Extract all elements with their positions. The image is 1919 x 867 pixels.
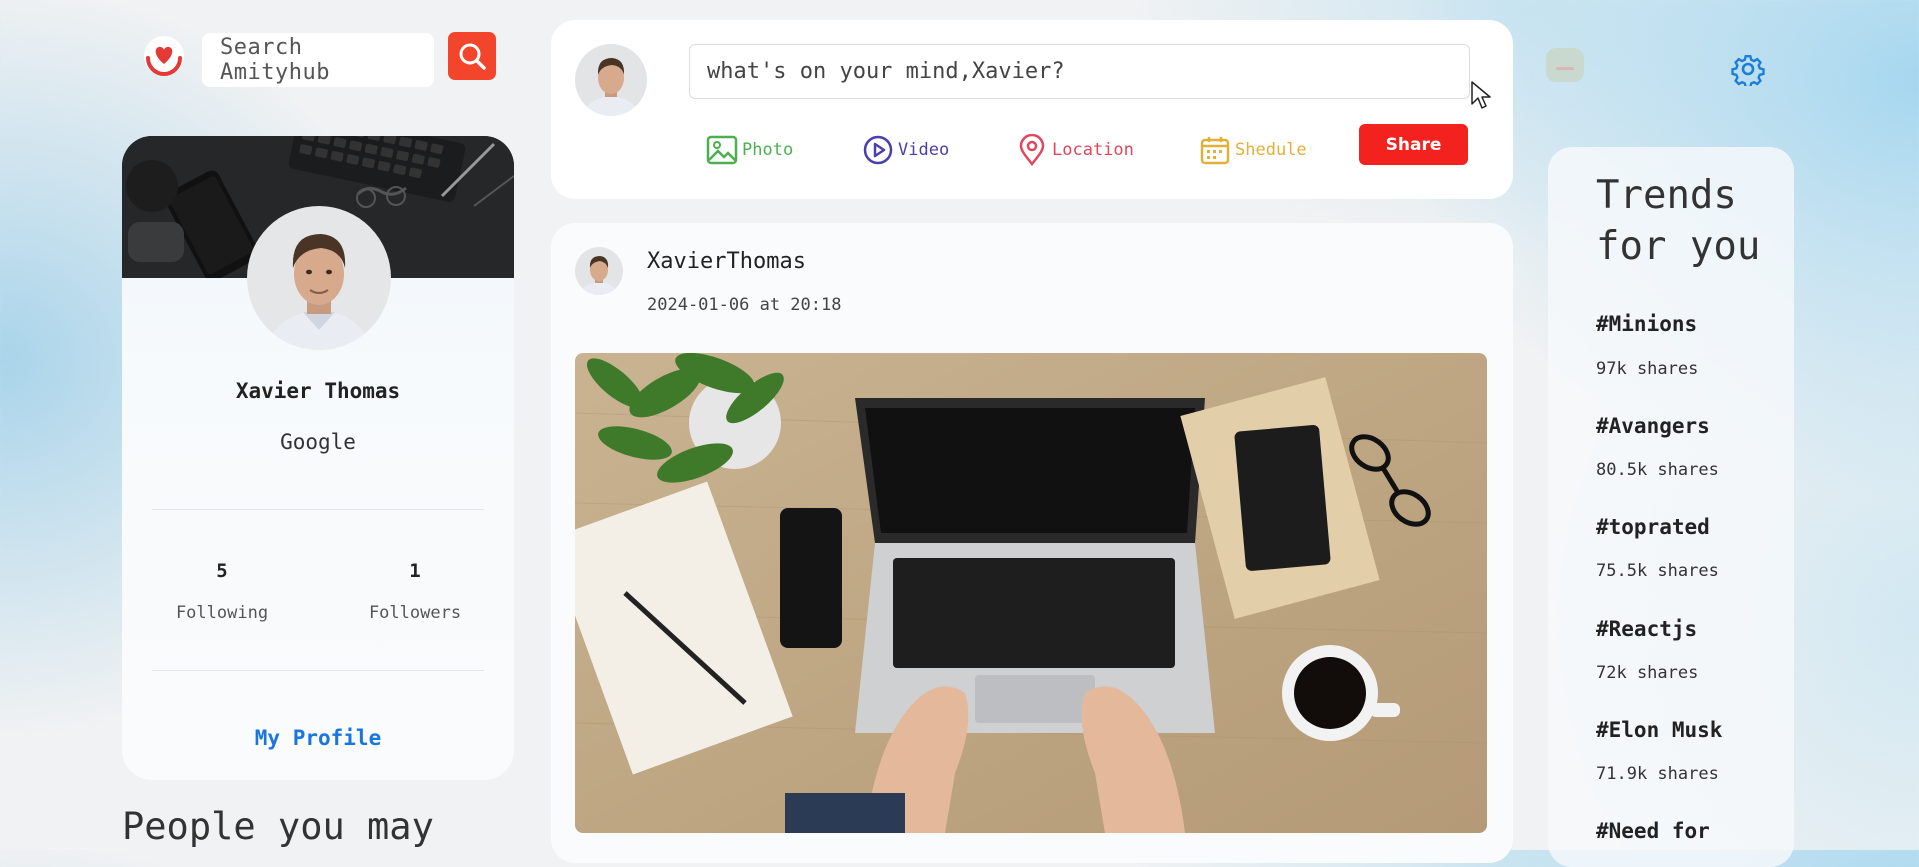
followers-label[interactable]: Followers: [335, 603, 495, 623]
photo-icon: [706, 135, 738, 165]
trend-shares: 80.5k shares: [1596, 460, 1719, 480]
location-icon: [1019, 134, 1045, 166]
trend-tag[interactable]: #Minions: [1596, 312, 1697, 336]
post-input-placeholder: what's on your mind,Xavier?: [707, 59, 1065, 84]
post-image[interactable]: [575, 353, 1487, 833]
followers-count: 1: [409, 560, 421, 582]
profile-avatar[interactable]: [247, 206, 391, 350]
profile-company: Google: [280, 430, 356, 454]
location-label: Location: [1052, 140, 1134, 160]
trends-title: Trends for you: [1596, 173, 1761, 269]
video-option[interactable]: Video: [862, 132, 949, 168]
trend-tag[interactable]: #toprated: [1596, 515, 1710, 539]
amityhub-logo[interactable]: [142, 34, 186, 78]
search-button[interactable]: [448, 32, 496, 80]
my-profile-link[interactable]: My Profile: [122, 726, 514, 750]
post-author-name[interactable]: XavierThomas: [647, 249, 806, 274]
video-label: Video: [898, 140, 950, 160]
trend-shares: 71.9k shares: [1596, 764, 1719, 784]
trend-shares: 75.5k shares: [1596, 561, 1719, 581]
video-icon: [863, 135, 893, 165]
trend-shares: 72k shares: [1596, 663, 1699, 683]
search-input[interactable]: Search Amityhub: [202, 33, 434, 87]
profile-name: Xavier Thomas: [235, 379, 401, 403]
composer-avatar[interactable]: [575, 44, 647, 116]
search-placeholder: Search Amityhub: [220, 35, 330, 85]
post-input[interactable]: what's on your mind,Xavier?: [689, 44, 1470, 99]
schedule-label: Shedule: [1235, 140, 1307, 160]
trend-tag[interactable]: #Avangers: [1596, 414, 1710, 438]
settings-gear-icon[interactable]: [1731, 52, 1765, 89]
search-icon: [459, 43, 486, 70]
divider: [152, 509, 484, 510]
divider: [152, 670, 484, 671]
calendar-icon: [1200, 137, 1230, 165]
following-count: 5: [216, 560, 228, 582]
trend-tag[interactable]: #Elon Musk: [1596, 718, 1722, 742]
people-you-may-know-heading: People you may: [122, 805, 434, 848]
post-timestamp: 2024-01-06 at 20:18: [647, 295, 842, 315]
home-icon[interactable]: [1546, 48, 1584, 82]
trend-tag[interactable]: #Need for: [1596, 819, 1710, 843]
following-label[interactable]: Following: [142, 603, 302, 623]
photo-label: Photo: [742, 140, 794, 160]
heart-logo-icon: [144, 36, 184, 76]
schedule-option[interactable]: Shedule: [1199, 132, 1307, 168]
photo-option[interactable]: Photo: [706, 132, 793, 168]
mouse-cursor-icon: [1470, 80, 1492, 110]
location-option[interactable]: Location: [1016, 132, 1134, 168]
post-author-avatar[interactable]: [575, 247, 623, 295]
trend-shares: 97k shares: [1596, 359, 1699, 379]
share-button[interactable]: Share: [1359, 124, 1468, 165]
trend-tag[interactable]: #Reactjs: [1596, 617, 1697, 641]
